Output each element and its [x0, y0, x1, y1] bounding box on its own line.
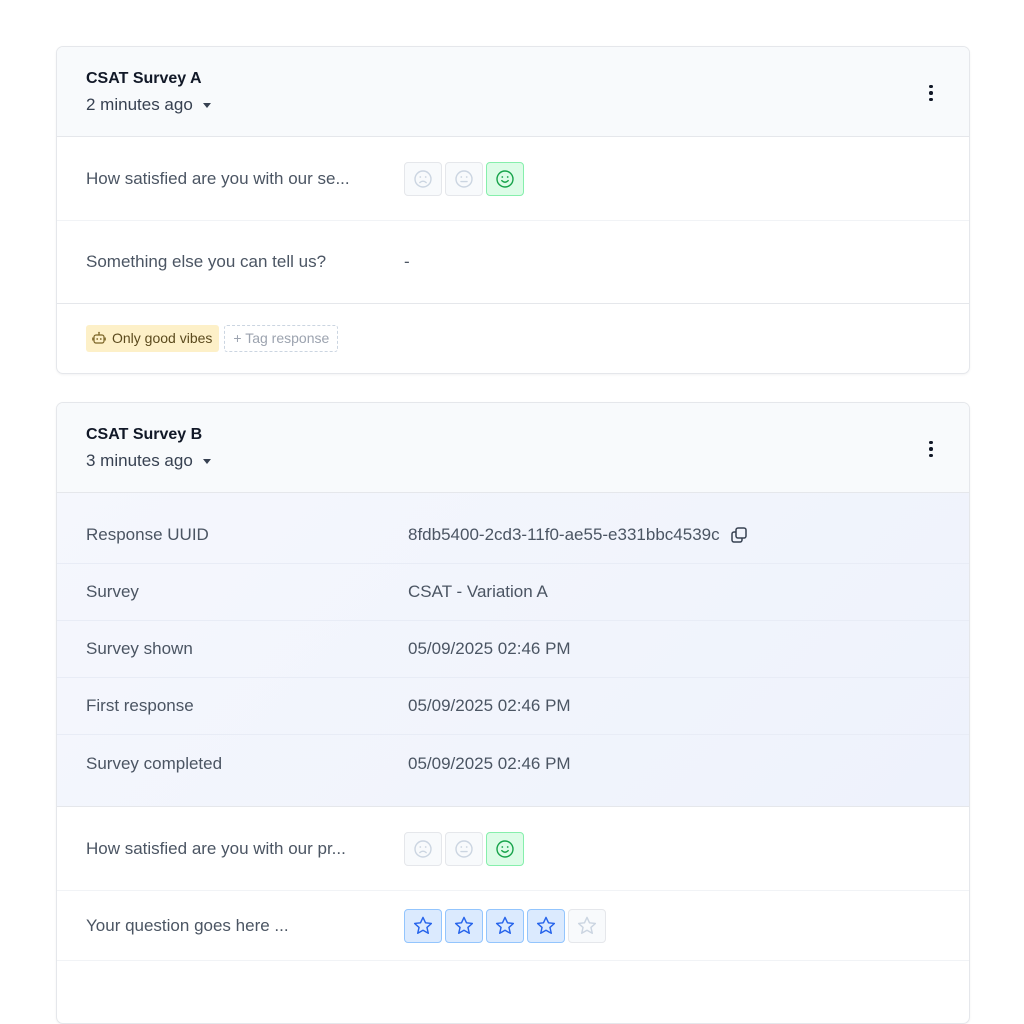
card-title: CSAT Survey B: [86, 426, 203, 443]
card-header: CSAT Survey A 2 minutes ago: [57, 47, 969, 137]
smiley-rating: [404, 161, 524, 196]
tag-row: Only good vibes + Tag response: [57, 303, 969, 372]
happy-face-icon[interactable]: [486, 161, 524, 196]
response-card-a: CSAT Survey A 2 minutes ago How satisfie…: [56, 46, 970, 374]
caret-down-icon: [202, 102, 211, 108]
meta-row-completed: Survey completed 05/09/2025 02:46 PM: [57, 735, 969, 792]
question-label: Something else you can tell us?: [86, 252, 327, 271]
question-row: How satisfied are you with our se...: [57, 137, 969, 221]
meta-value: 05/09/2025 02:46 PM: [408, 753, 571, 773]
meta-label: Survey completed: [86, 753, 223, 773]
meta-value: 05/09/2025 02:46 PM: [408, 696, 571, 715]
tag-label: Only good vibes: [112, 330, 213, 346]
happy-face-icon[interactable]: [486, 831, 524, 866]
more-options-icon[interactable]: [921, 83, 941, 103]
meta-label: First response: [86, 696, 194, 715]
tag-chip[interactable]: Only good vibes: [86, 324, 220, 352]
neutral-face-icon[interactable]: [445, 161, 483, 196]
star-icon[interactable]: [527, 908, 565, 943]
sad-face-icon[interactable]: [404, 831, 442, 866]
meta-row-uuid: Response UUID 8fdb5400-2cd3-11f0-ae55-e3…: [57, 507, 969, 564]
time-label: 3 minutes ago: [86, 451, 193, 470]
copy-icon[interactable]: [730, 526, 748, 544]
question-label: How satisfied are you with our se...: [86, 168, 350, 188]
meta-label: Survey shown: [86, 639, 193, 658]
star-icon[interactable]: [404, 908, 442, 943]
add-tag-button[interactable]: + Tag response: [224, 324, 339, 352]
meta-value: 05/09/2025 02:46 PM: [408, 639, 571, 658]
caret-down-icon: [202, 458, 211, 464]
time-dropdown[interactable]: 3 minutes ago: [86, 450, 211, 472]
meta-value: CSAT - Variation A: [408, 582, 548, 601]
time-label: 2 minutes ago: [86, 95, 193, 114]
question-row: Something else you can tell us? -: [57, 221, 969, 303]
star-rating: [404, 908, 606, 943]
robot-icon: [92, 331, 106, 344]
question-row: Your question goes here ...: [57, 891, 969, 961]
card-title: CSAT Survey A: [86, 70, 202, 87]
uuid-value: 8fdb5400-2cd3-11f0-ae55-e331bbc4539c: [408, 525, 720, 544]
response-card-b: CSAT Survey B 3 minutes ago Response UUI…: [56, 402, 970, 1024]
response-metadata: Response UUID 8fdb5400-2cd3-11f0-ae55-e3…: [57, 493, 969, 807]
star-icon[interactable]: [568, 908, 606, 943]
smiley-rating: [404, 831, 524, 866]
sad-face-icon[interactable]: [404, 161, 442, 196]
star-icon[interactable]: [445, 908, 483, 943]
card-header: CSAT Survey B 3 minutes ago: [57, 403, 969, 493]
question-label: How satisfied are you with our pr...: [86, 838, 346, 858]
meta-row-shown: Survey shown 05/09/2025 02:46 PM: [57, 621, 969, 678]
answer-value: -: [404, 252, 410, 271]
time-dropdown[interactable]: 2 minutes ago: [86, 94, 211, 116]
meta-label: Survey: [86, 582, 139, 601]
meta-label: Response UUID: [86, 525, 209, 544]
meta-row-first-response: First response 05/09/2025 02:46 PM: [57, 678, 969, 735]
question-row: How satisfied are you with our pr...: [57, 807, 969, 891]
star-icon[interactable]: [486, 908, 524, 943]
question-label: Your question goes here ...: [86, 915, 289, 935]
neutral-face-icon[interactable]: [445, 831, 483, 866]
more-options-icon[interactable]: [921, 439, 941, 459]
meta-row-survey: Survey CSAT - Variation A: [57, 564, 969, 621]
